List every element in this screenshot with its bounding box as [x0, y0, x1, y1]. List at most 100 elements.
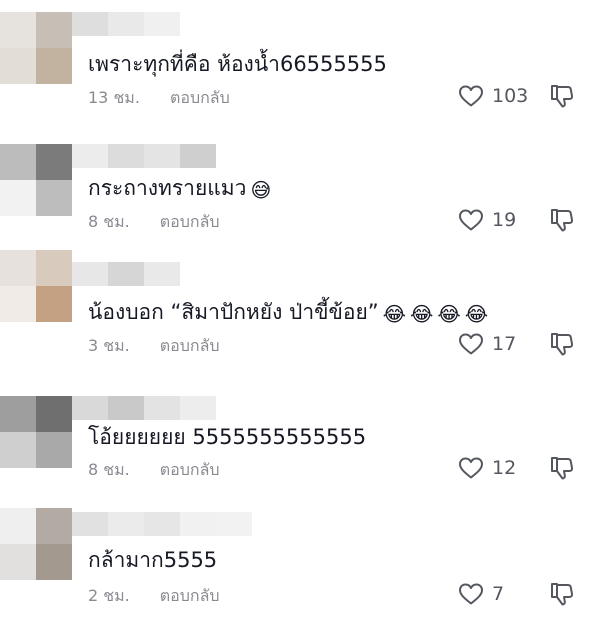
avatar[interactable]: [0, 250, 72, 322]
blur-tile: [144, 12, 180, 36]
blur-tile: [144, 262, 180, 286]
comment-meta: 3 ชม. ตอบกลับ: [88, 336, 220, 356]
blur-tile: [72, 396, 108, 420]
avatar[interactable]: [0, 12, 72, 84]
blur-tile: [108, 396, 144, 420]
comment-text-body: กระถางทรายแมว: [88, 176, 247, 200]
comment-text-body: โอ้ยยยยยย 5555555555555: [88, 425, 367, 449]
username-blur[interactable]: [72, 512, 252, 536]
username-blur[interactable]: [72, 396, 216, 420]
dislike-button[interactable]: [548, 454, 576, 482]
comment-time: 3 ชม.: [88, 336, 130, 355]
like-button[interactable]: 7: [458, 582, 504, 606]
avatar-tile: [36, 286, 72, 322]
comment-time: 13 ชม.: [88, 88, 140, 107]
comment-text-body: น้องบอก “สิมาปักหยัง ป่าขี้ข้อย”: [88, 300, 379, 324]
comment-item: เพราะทุกที่คือ ห้องน้ำ66555555 13 ชม. ตอ…: [0, 12, 600, 132]
avatar[interactable]: [0, 508, 72, 580]
tears-of-joy-emoji: 😂: [410, 302, 434, 326]
like-count: 7: [492, 583, 505, 605]
like-button[interactable]: 17: [458, 332, 516, 356]
like-count: 19: [492, 209, 517, 231]
heart-outline-icon: [459, 85, 483, 107]
comment-text-body: กล้ามาก5555: [88, 548, 218, 572]
comment-item: โอ้ยยยยยย 5555555555555 8 ชม. ตอบกลับ 12: [0, 396, 600, 516]
comment-text: กล้ามาก5555: [88, 546, 217, 574]
avatar-tile: [36, 250, 72, 286]
reply-button[interactable]: ตอบกลับ: [160, 212, 220, 232]
blur-tile: [180, 512, 216, 536]
avatar-tile: [36, 48, 72, 84]
comment-meta: 2 ชม. ตอบกลับ: [88, 586, 220, 606]
sweat-smile-emoji: 😅: [250, 178, 272, 202]
like-count: 12: [492, 457, 517, 479]
reply-button[interactable]: ตอบกลับ: [160, 460, 220, 480]
like-count: 17: [492, 333, 517, 355]
comment-meta: 8 ชม. ตอบกลับ: [88, 460, 220, 480]
reply-button[interactable]: ตอบกลับ: [160, 586, 220, 606]
blur-tile: [72, 262, 108, 286]
reply-button[interactable]: ตอบกลับ: [170, 88, 230, 108]
comment-time: 8 ชม.: [88, 212, 130, 231]
thumbs-down-outline-icon: [551, 333, 574, 356]
avatar-tile: [0, 144, 36, 180]
username-blur[interactable]: [72, 144, 216, 168]
comment-text: โอ้ยยยยยย 5555555555555: [88, 423, 366, 451]
like-button[interactable]: 19: [458, 208, 516, 232]
avatar-tile: [0, 544, 36, 580]
avatar-tile: [0, 180, 36, 216]
avatar-tile: [36, 544, 72, 580]
dislike-button[interactable]: [548, 82, 576, 110]
blur-tile: [144, 512, 180, 536]
blur-tile: [180, 144, 216, 168]
thumbs-down-outline-icon: [551, 457, 574, 480]
dislike-button[interactable]: [548, 580, 576, 608]
blur-tile: [72, 512, 108, 536]
avatar-tile: [0, 250, 36, 286]
comment-text: น้องบอก “สิมาปักหยัง ป่าขี้ข้อย” 😂 😂 😂 😂: [88, 298, 488, 328]
tears-of-joy-emoji: 😂: [464, 302, 489, 326]
avatar[interactable]: [0, 396, 72, 468]
blur-tile: [144, 144, 180, 168]
avatar-tile: [0, 286, 36, 322]
blur-tile: [72, 12, 108, 36]
like-button[interactable]: 12: [458, 456, 516, 480]
blur-tile: [108, 144, 144, 168]
comment-item: กระถางทรายแมว 😅 8 ชม. ตอบกลับ 19: [0, 144, 600, 264]
comment-time: 8 ชม.: [88, 460, 130, 479]
heart-outline-icon: [459, 457, 483, 479]
thumbs-down-outline-icon: [551, 583, 574, 606]
comment-meta: 13 ชม. ตอบกลับ: [88, 88, 230, 108]
blur-tile: [108, 512, 144, 536]
dislike-button[interactable]: [548, 330, 576, 358]
like-button[interactable]: 103: [458, 84, 528, 108]
avatar-tile: [0, 432, 36, 468]
avatar-tile: [36, 144, 72, 180]
dislike-button[interactable]: [548, 206, 576, 234]
blur-tile: [180, 396, 216, 420]
blur-tile: [72, 144, 108, 168]
username-blur[interactable]: [72, 12, 180, 36]
thumbs-down-outline-icon: [551, 85, 574, 108]
thumbs-down-outline-icon: [551, 209, 574, 232]
blur-tile: [108, 262, 144, 286]
blur-tile: [108, 12, 144, 36]
avatar[interactable]: [0, 144, 72, 216]
avatar-tile: [36, 396, 72, 432]
heart-outline-icon: [459, 333, 483, 355]
blur-tile: [216, 512, 252, 536]
blur-tile: [144, 396, 180, 420]
heart-outline-icon: [459, 583, 483, 605]
heart-outline-icon: [459, 209, 483, 231]
avatar-tile: [0, 48, 36, 84]
avatar-tile: [0, 396, 36, 432]
comment-text-body: เพราะทุกที่คือ ห้องน้ำ66555555: [88, 52, 387, 76]
comment-text: เพราะทุกที่คือ ห้องน้ำ66555555: [88, 50, 387, 78]
comment-item: น้องบอก “สิมาปักหยัง ป่าขี้ข้อย” 😂 😂 😂 😂 3 ช…: [0, 250, 600, 370]
tears-of-joy-emoji: 😂: [382, 302, 407, 326]
username-blur[interactable]: [72, 262, 180, 286]
avatar-tile: [36, 508, 72, 544]
comment-meta: 8 ชม. ตอบกลับ: [88, 212, 220, 232]
reply-button[interactable]: ตอบกลับ: [160, 336, 220, 356]
avatar-tile: [36, 12, 72, 48]
